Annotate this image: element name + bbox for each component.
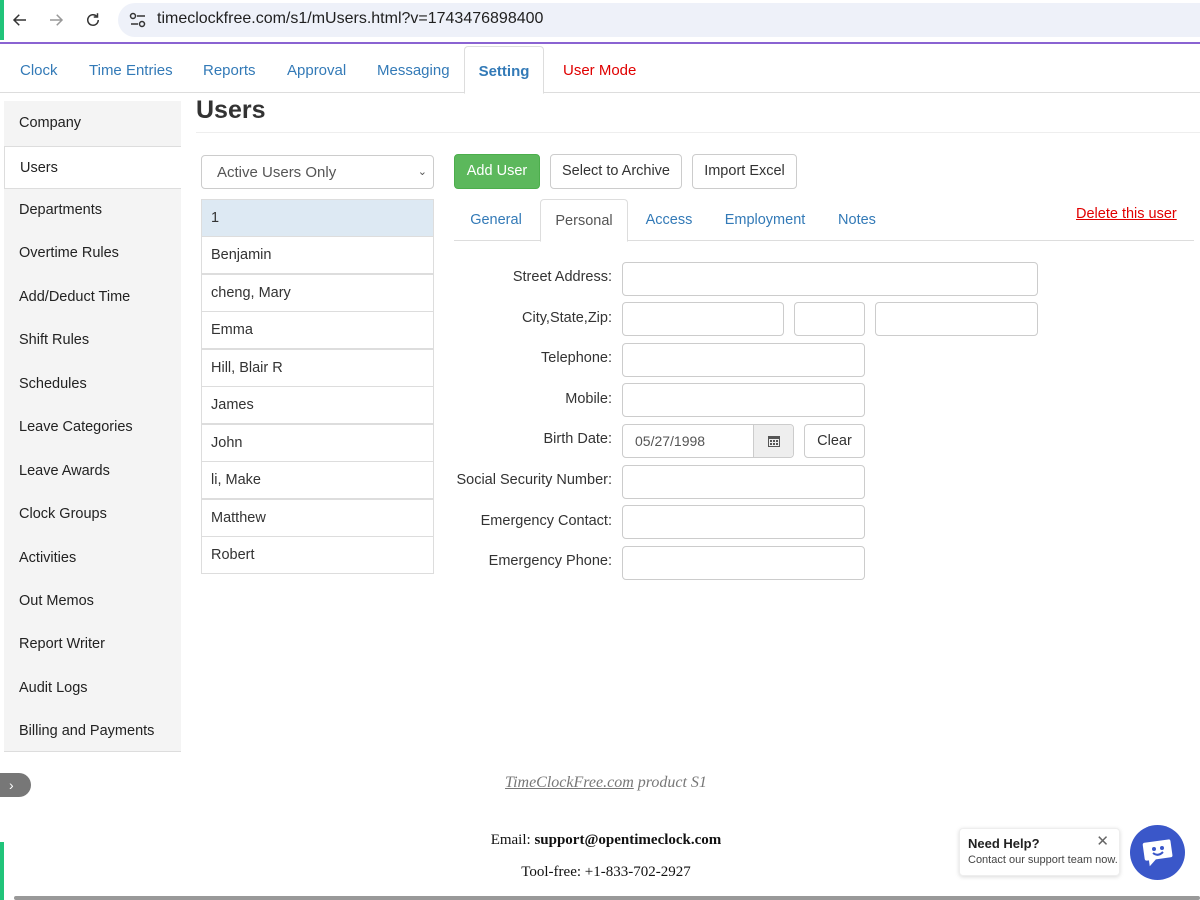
- birth-date-value: 05/27/1998: [635, 433, 706, 449]
- footer-email-address[interactable]: support@opentimeclock.com: [534, 832, 721, 848]
- zip-input[interactable]: [875, 302, 1038, 336]
- filter-selected-value: Active Users Only: [217, 164, 337, 181]
- url-text[interactable]: timeclockfree.com/s1/mUsers.html?v=17434…: [157, 10, 543, 28]
- sidebar-item-overtime-rules[interactable]: Overtime Rules: [4, 232, 181, 275]
- footer-product: TimeClockFree.com product S1: [0, 774, 1200, 792]
- footer-product-link[interactable]: TimeClockFree.com: [505, 774, 634, 791]
- tab-general[interactable]: General: [459, 199, 533, 241]
- chevron-down-icon: ⌄: [417, 166, 427, 178]
- help-subtitle: Contact our support team now.: [968, 854, 1118, 866]
- user-list-item[interactable]: 1: [201, 199, 434, 237]
- telephone-input[interactable]: [622, 343, 865, 377]
- user-list-item[interactable]: Robert: [201, 536, 434, 574]
- help-popup[interactable]: Need Help? Contact our support team now.…: [959, 828, 1120, 876]
- emergency-contact-label: Emergency Contact:: [480, 513, 612, 529]
- sidebar-item-users[interactable]: Users: [4, 146, 181, 189]
- sidebar-item-add-deduct-time[interactable]: Add/Deduct Time: [4, 276, 181, 319]
- sidebar-item-audit-logs[interactable]: Audit Logs: [4, 667, 181, 710]
- sidebar-item-leave-categories[interactable]: Leave Categories: [4, 406, 181, 449]
- left-accent-bar: [0, 0, 4, 40]
- user-list-item[interactable]: Emma: [201, 311, 434, 349]
- calendar-icon[interactable]: [753, 425, 793, 457]
- tab-user-mode[interactable]: User Mode: [563, 46, 636, 93]
- browser-toolbar: timeclockfree.com/s1/mUsers.html?v=17434…: [0, 0, 1200, 44]
- tab-setting[interactable]: Setting: [464, 46, 544, 94]
- title-divider: [196, 132, 1200, 133]
- sidebar-item-departments[interactable]: Departments: [4, 189, 181, 232]
- forward-icon[interactable]: [44, 8, 68, 32]
- tab-notes[interactable]: Notes: [828, 199, 886, 241]
- sidebar-item-activities[interactable]: Activities: [4, 537, 181, 580]
- settings-sidebar: Company Users Departments Overtime Rules…: [4, 101, 181, 752]
- street-address-input[interactable]: [622, 262, 1038, 296]
- birth-date-input[interactable]: 05/27/1998: [622, 424, 794, 458]
- left-accent-bar-bottom: [0, 842, 4, 900]
- user-filter-select[interactable]: Active Users Only ⌄: [201, 155, 434, 189]
- street-address-label: Street Address:: [512, 269, 612, 285]
- user-list-item[interactable]: Benjamin: [201, 236, 434, 274]
- emergency-phone-input[interactable]: [622, 546, 865, 580]
- tab-employment[interactable]: Employment: [716, 199, 814, 241]
- sidebar-item-schedules[interactable]: Schedules: [4, 363, 181, 406]
- sidebar-item-out-memos[interactable]: Out Memos: [4, 580, 181, 623]
- close-icon[interactable]: ✕: [1096, 832, 1109, 850]
- telephone-label: Telephone:: [541, 350, 612, 366]
- sidebar-item-leave-awards[interactable]: Leave Awards: [4, 450, 181, 493]
- state-input[interactable]: [794, 302, 865, 336]
- user-list-item[interactable]: li, Make: [201, 461, 434, 499]
- ssn-label: Social Security Number:: [456, 472, 612, 488]
- main-nav-tabs: Clock Time Entries Reports Approval Mess…: [0, 46, 1200, 94]
- user-list-item[interactable]: Matthew: [201, 499, 434, 537]
- tab-messaging[interactable]: Messaging: [377, 46, 450, 93]
- emergency-phone-label: Emergency Phone:: [488, 553, 612, 569]
- user-list-item[interactable]: cheng, Mary: [201, 274, 434, 312]
- footer-product-suffix: product S1: [633, 774, 707, 791]
- footer-email-prefix: Email:: [490, 832, 535, 848]
- tab-reports[interactable]: Reports: [203, 46, 256, 93]
- sidebar-item-shift-rules[interactable]: Shift Rules: [4, 319, 181, 362]
- reload-icon[interactable]: [81, 8, 105, 32]
- user-list-item[interactable]: James: [201, 386, 434, 424]
- sidebar-item-clock-groups[interactable]: Clock Groups: [4, 493, 181, 536]
- site-settings-icon[interactable]: [128, 11, 148, 29]
- sidebar-item-company[interactable]: Company: [4, 102, 181, 145]
- user-list-item[interactable]: John: [201, 424, 434, 462]
- tab-approval[interactable]: Approval: [287, 46, 346, 93]
- mobile-label: Mobile:: [565, 391, 612, 407]
- help-title: Need Help?: [968, 836, 1040, 851]
- import-excel-button[interactable]: Import Excel: [692, 154, 797, 189]
- tab-time-entries[interactable]: Time Entries: [89, 46, 173, 93]
- tab-clock[interactable]: Clock: [20, 46, 58, 93]
- ssn-input[interactable]: [622, 465, 865, 499]
- horizontal-scrollbar[interactable]: [14, 896, 1200, 900]
- tab-access[interactable]: Access: [634, 199, 704, 241]
- chat-icon: [1142, 838, 1172, 866]
- delete-user-link[interactable]: Delete this user: [1076, 206, 1177, 222]
- clear-birth-date-button[interactable]: Clear: [804, 424, 865, 458]
- emergency-contact-input[interactable]: [622, 505, 865, 539]
- select-to-archive-button[interactable]: Select to Archive: [550, 154, 682, 189]
- page-title: Users: [196, 96, 266, 124]
- user-list-item[interactable]: Hill, Blair R: [201, 349, 434, 387]
- city-input[interactable]: [622, 302, 784, 336]
- back-icon[interactable]: [8, 8, 32, 32]
- city-state-zip-label: City,State,Zip:: [522, 310, 612, 326]
- chat-support-button[interactable]: [1130, 825, 1185, 880]
- birth-date-label: Birth Date:: [543, 431, 613, 447]
- tab-personal[interactable]: Personal: [540, 199, 628, 242]
- add-user-button[interactable]: Add User: [454, 154, 540, 189]
- sidebar-item-billing-payments[interactable]: Billing and Payments: [4, 710, 181, 753]
- mobile-input[interactable]: [622, 383, 865, 417]
- sidebar-item-report-writer[interactable]: Report Writer: [4, 623, 181, 666]
